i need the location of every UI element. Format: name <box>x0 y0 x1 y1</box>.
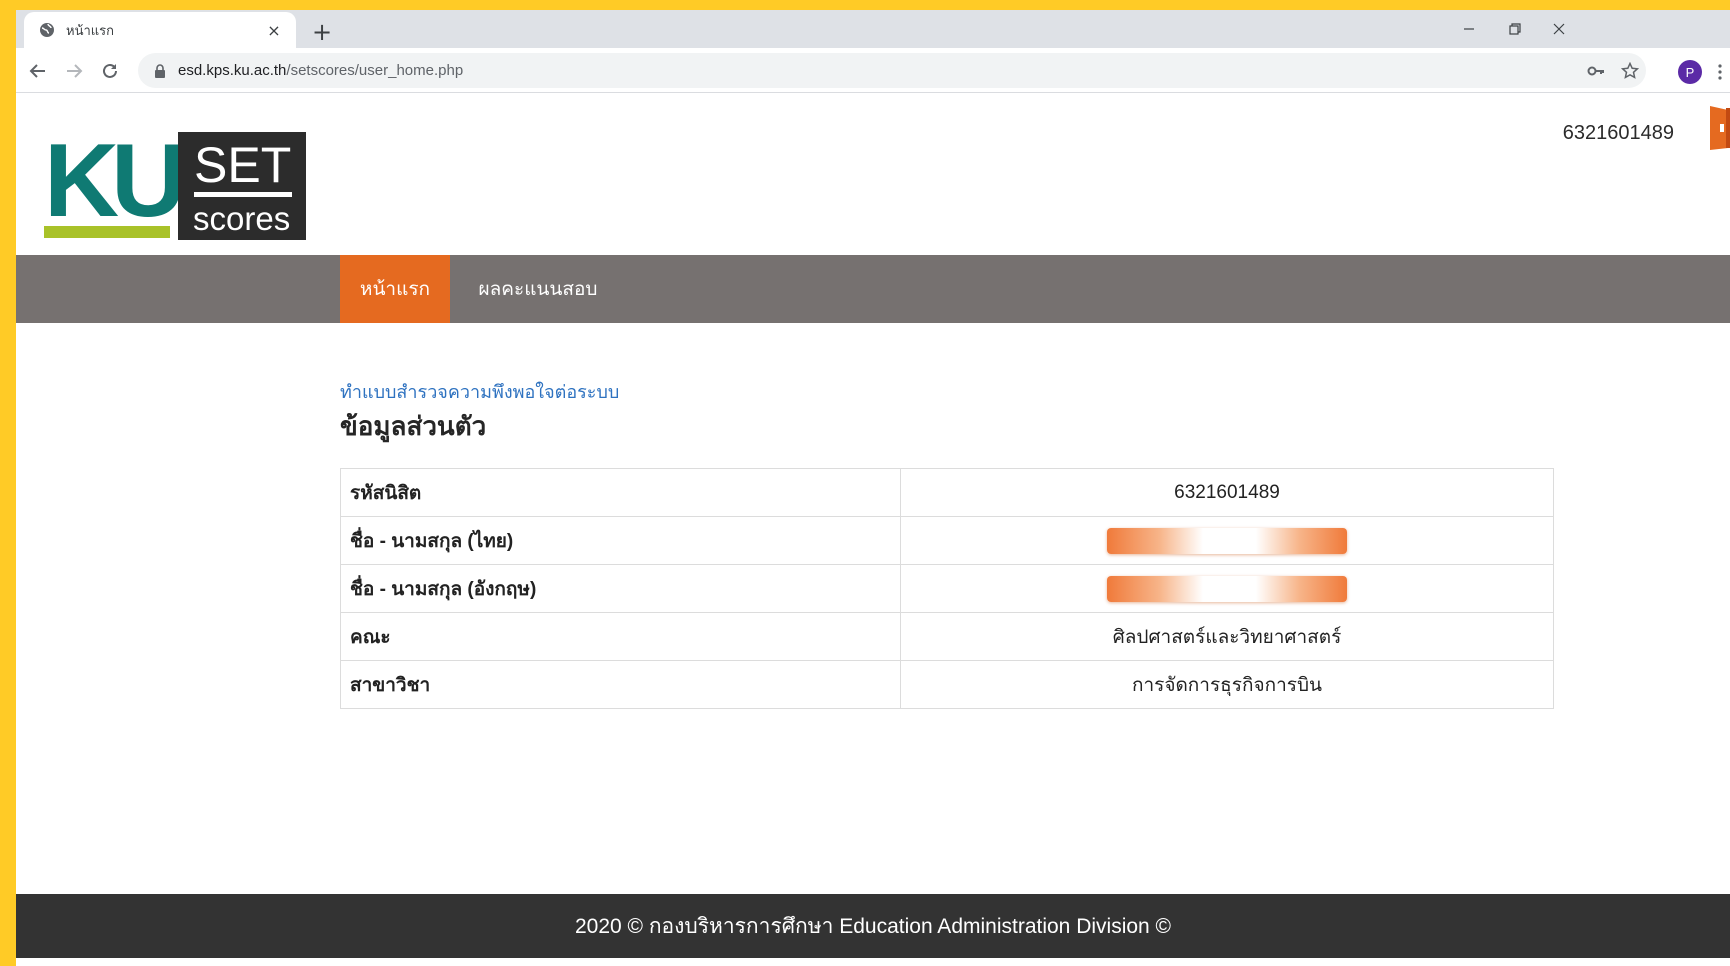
tab-close-icon[interactable]: × <box>264 20 284 40</box>
row-label-name-thai: ชื่อ - นามสกุล (ไทย) <box>340 516 901 565</box>
bookmark-star-icon[interactable] <box>1614 53 1646 88</box>
survey-link[interactable]: ทำแบบสำรวจความพึงพอใจต่อระบบ <box>340 377 619 406</box>
table-row: ชื่อ - นามสกุล (อังกฤษ) <box>340 564 1554 613</box>
reload-icon[interactable] <box>94 55 126 87</box>
globe-icon <box>38 21 56 39</box>
row-value-major: การจัดการธุรกิจการบิน <box>900 660 1554 709</box>
logout-door-icon[interactable] <box>1706 104 1730 152</box>
redacted-name-english <box>1107 575 1347 602</box>
table-row: รหัสนิสิต 6321601489 <box>340 468 1554 517</box>
table-row: สาขาวิชา การจัดการธุรกิจการบิน <box>340 660 1554 709</box>
table-row: คณะ ศิลปศาสตร์และวิทยาศาสตร์ <box>340 612 1554 661</box>
new-tab-button[interactable]: + <box>308 18 336 46</box>
tab-strip: หน้าแรก × + <box>16 10 1730 48</box>
row-value-name-english <box>900 564 1554 613</box>
svg-text:scores: scores <box>193 200 290 237</box>
section-title: ข้อมูลส่วนตัว <box>340 411 487 441</box>
browser-tab[interactable]: หน้าแรก × <box>24 12 296 48</box>
forward-arrow-icon[interactable] <box>58 55 90 87</box>
row-value-name-thai <box>900 516 1554 565</box>
key-icon[interactable] <box>1580 53 1612 88</box>
close-window-icon[interactable] <box>1536 14 1582 44</box>
row-label-major: สาขาวิชา <box>340 660 901 709</box>
redacted-name-thai <box>1107 527 1347 554</box>
web-page: KU SET scores 6321601489 หน้าแรก ผลคะแนน… <box>16 94 1730 966</box>
row-value-faculty: ศิลปศาสตร์และวิทยาศาสตร์ <box>900 612 1554 661</box>
personal-info-table: รหัสนิสิต 6321601489 ชื่อ - นามสกุล (ไทย… <box>340 468 1554 709</box>
address-bar[interactable]: esd.kps.ku.ac.th/setscores/user_home.php <box>138 53 1646 88</box>
tab-title: หน้าแรก <box>66 23 114 39</box>
menu-dots-icon[interactable] <box>1712 60 1728 84</box>
browser-window: หน้าแรก × + esd.kps.ku.ac.th/setscores/u… <box>16 10 1730 966</box>
row-label-name-english: ชื่อ - นามสกุล (อังกฤษ) <box>340 564 901 613</box>
main-navbar: หน้าแรก ผลคะแนนสอบ <box>16 255 1730 323</box>
lock-icon[interactable] <box>152 63 168 79</box>
restore-icon[interactable] <box>1490 14 1540 44</box>
page-footer: 2020 © กองบริหารการศึกษา Education Admin… <box>16 894 1730 958</box>
header-student-id: 6321601489 <box>1562 122 1674 144</box>
back-arrow-icon[interactable] <box>22 55 54 87</box>
ku-set-scores-logo[interactable]: KU SET scores <box>44 123 306 240</box>
nav-home[interactable]: หน้าแรก <box>340 255 450 323</box>
table-row: ชื่อ - นามสกุล (ไทย) <box>340 516 1554 565</box>
row-value-student-id: 6321601489 <box>900 468 1554 517</box>
minimize-icon[interactable] <box>1444 14 1494 44</box>
row-label-student-id: รหัสนิสิต <box>340 468 901 517</box>
row-label-faculty: คณะ <box>340 612 901 661</box>
url-text: esd.kps.ku.ac.th/setscores/user_home.php <box>178 62 464 79</box>
profile-avatar[interactable]: P <box>1678 60 1702 84</box>
browser-toolbar: esd.kps.ku.ac.th/setscores/user_home.php… <box>16 48 1730 93</box>
svg-text:SET: SET <box>194 137 291 193</box>
svg-text:KU: KU <box>44 132 180 239</box>
nav-exam-scores[interactable]: ผลคะแนนสอบ <box>462 255 614 323</box>
